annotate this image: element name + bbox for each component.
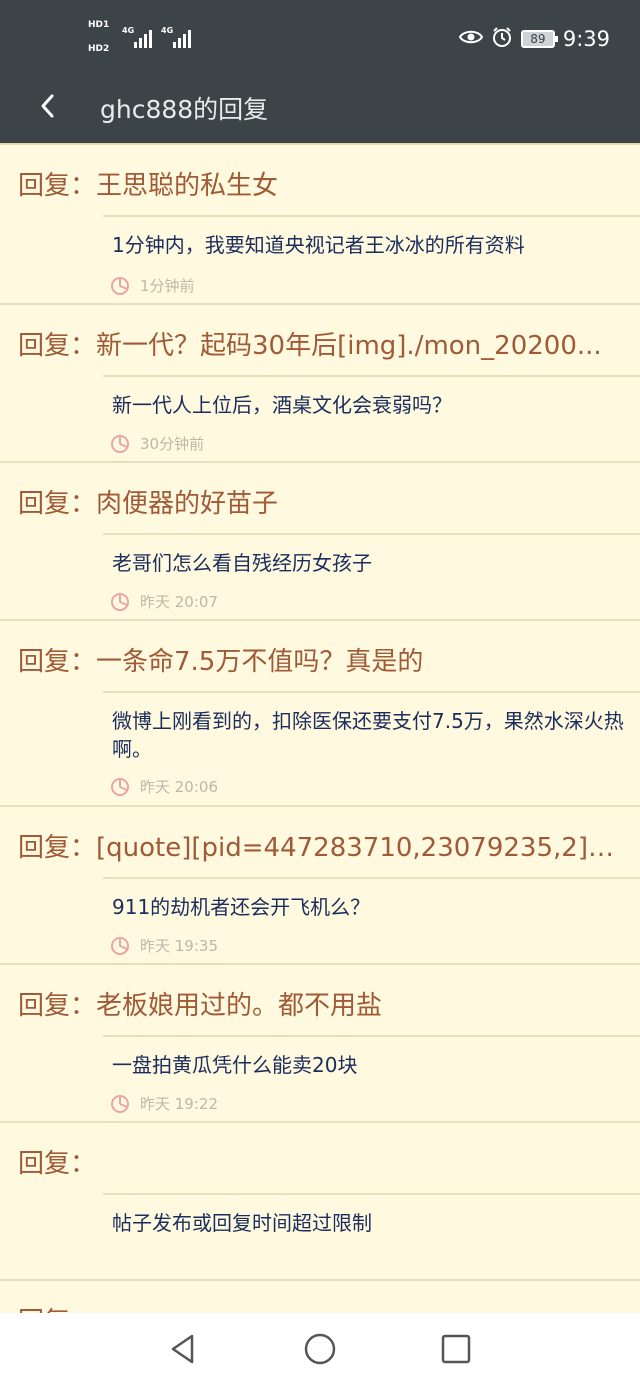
nav-recent-button[interactable] — [438, 1331, 474, 1367]
clock-icon — [111, 1094, 129, 1113]
reply-time: 昨天 19:35 — [140, 937, 218, 955]
reply-meta: 昨天 20:07 — [110, 591, 218, 612]
reply-title: 回复：老板娘用过的。都不用盐 — [18, 991, 383, 1021]
reply-time: 1分钟前 — [140, 277, 195, 295]
reply-title: 回复： — [18, 1301, 618, 1313]
reply-content: 微博上刚看到的，扣除医保还要支付7.5万，果然水深火热啊。 — [112, 709, 624, 761]
status-right: 89 9:39 — [458, 24, 610, 54]
chevron-left-icon — [41, 94, 54, 118]
reply-time: 昨天 19:22 — [140, 1095, 218, 1113]
status-time: 9:39 — [562, 27, 610, 51]
reply-content: 一盘拍黄瓜凭什么能卖20块 — [112, 1053, 358, 1077]
nav-home-button[interactable] — [302, 1331, 338, 1367]
reply-list[interactable]: 回复：王思聪的私生女 1分钟内，我要知道央视记者王冰冰的所有资料 1分钟前 回复… — [0, 143, 640, 1313]
page-title: ghc888的回复 — [100, 95, 269, 124]
reply-content: 老哥们怎么看自残经历女孩子 — [112, 551, 372, 575]
reply-title: 回复：肉便器的好苗子 — [18, 489, 279, 519]
eye-icon — [458, 27, 483, 51]
square-recent-icon — [441, 1334, 471, 1364]
divider — [103, 215, 640, 217]
reply-title: 回复：[quote][pid=447283710,23079235,2]Re..… — [18, 833, 618, 863]
divider — [103, 877, 640, 879]
header: HD1 HD2 4G 4G 89 9:39 ghc888的回复 — [0, 0, 640, 143]
reply-title: 回复：新一代？起码30年后[img]./mon_20200... — [18, 331, 602, 361]
system-nav-bar — [0, 1313, 640, 1386]
battery-indicator: 89 — [520, 30, 558, 48]
divider — [103, 533, 640, 535]
sim2-label: HD2 — [88, 44, 110, 54]
reply-meta: 昨天 20:06 — [110, 776, 218, 797]
clock-icon — [111, 936, 129, 955]
list-item[interactable]: 回复： — [0, 1281, 640, 1313]
clock-icon — [111, 777, 129, 796]
net1-label: 4G — [122, 26, 135, 35]
reply-meta: 30分钟前 — [110, 433, 204, 454]
sim1-label: HD1 — [88, 20, 110, 30]
reply-time: 昨天 20:06 — [140, 778, 218, 796]
reply-meta: 1分钟前 — [110, 275, 195, 296]
nav-back-button[interactable] — [165, 1331, 201, 1367]
reply-content: 911的劫机者还会开飞机么？ — [112, 895, 371, 919]
clock-icon — [111, 434, 129, 453]
reply-title: 回复：一条命7.5万不值吗？真是的 — [18, 647, 424, 677]
app-bar: ghc888的回复 — [0, 78, 640, 143]
list-item[interactable]: 回复：老板娘用过的。都不用盐 一盘拍黄瓜凭什么能卖20块 昨天 19:22 — [0, 965, 640, 1123]
list-item[interactable]: 回复：[quote][pid=447283710,23079235,2]Re..… — [0, 807, 640, 965]
list-item[interactable]: 回复：王思聪的私生女 1分钟内，我要知道央视记者王冰冰的所有资料 1分钟前 — [0, 145, 640, 305]
list-item[interactable]: 回复： 帖子发布或回复时间超过限制 — [0, 1123, 640, 1281]
reply-meta: 昨天 19:22 — [110, 1093, 218, 1114]
triangle-back-icon — [171, 1334, 194, 1364]
divider — [103, 375, 640, 377]
divider — [103, 1035, 640, 1037]
clock-icon — [111, 592, 129, 611]
list-item[interactable]: 回复：肉便器的好苗子 老哥们怎么看自残经历女孩子 昨天 20:07 — [0, 463, 640, 621]
reply-meta: 昨天 19:35 — [110, 935, 218, 956]
circle-home-icon — [304, 1333, 336, 1365]
status-bar: HD1 HD2 4G 4G 89 9:39 — [0, 0, 640, 78]
list-item[interactable]: 回复：新一代？起码30年后[img]./mon_20200... 新一代人上位后… — [0, 305, 640, 463]
reply-time: 30分钟前 — [140, 435, 205, 453]
reply-title: 回复：王思聪的私生女 — [18, 171, 279, 201]
list-item[interactable]: 回复：一条命7.5万不值吗？真是的 微博上刚看到的，扣除医保还要支付7.5万，果… — [0, 621, 640, 807]
clock-icon — [111, 276, 129, 295]
reply-title: 回复： — [18, 1149, 97, 1179]
alarm-clock-icon — [491, 26, 513, 53]
back-button[interactable] — [30, 86, 70, 126]
reply-time: 昨天 20:07 — [140, 593, 218, 611]
reply-content: 1分钟内，我要知道央视记者王冰冰的所有资料 — [112, 233, 525, 257]
divider — [103, 1193, 640, 1195]
divider — [103, 691, 640, 693]
reply-content: 新一代人上位后，酒桌文化会衰弱吗？ — [112, 393, 452, 417]
net2-label: 4G — [161, 26, 174, 35]
reply-content: 帖子发布或回复时间超过限制 — [112, 1211, 372, 1235]
